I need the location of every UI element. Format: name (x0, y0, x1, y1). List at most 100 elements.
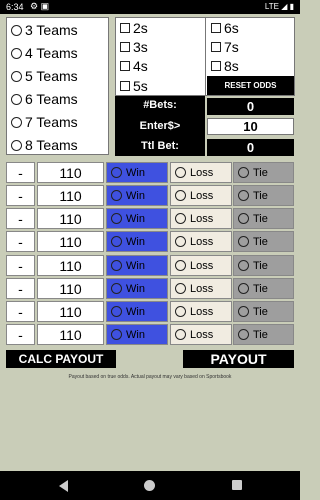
odds-input[interactable]: 110 (37, 278, 104, 299)
loss-label: Loss (190, 212, 214, 225)
win-option[interactable]: Win (106, 162, 168, 183)
radio-icon (238, 329, 249, 340)
table-row: - 110 Win Loss Tie (6, 162, 294, 183)
win-option[interactable]: Win (106, 255, 168, 276)
team-label: 7 Teams (25, 114, 78, 130)
calc-payout-button[interactable]: CALC PAYOUT (6, 350, 116, 368)
win-option[interactable]: Win (106, 231, 168, 252)
status-bar: 6:34 ⚙ ▣ LTE ◢ ▮ (0, 0, 300, 14)
loss-label: Loss (190, 235, 214, 248)
checkbox-icon (120, 23, 130, 33)
radio-icon (111, 190, 122, 201)
teaser-2s[interactable]: 2s (120, 20, 148, 36)
odds-input[interactable]: 110 (37, 231, 104, 252)
win-label: Win (126, 189, 145, 202)
radio-icon (111, 236, 122, 247)
tie-label: Tie (253, 212, 268, 225)
checkbox-icon (120, 61, 130, 71)
teaser-3s[interactable]: 3s (120, 39, 148, 55)
recents-icon[interactable] (232, 480, 242, 490)
win-option[interactable]: Win (106, 324, 168, 345)
tie-option[interactable]: Tie (233, 185, 294, 206)
minus-button[interactable]: - (6, 278, 35, 299)
tie-option[interactable]: Tie (233, 301, 294, 322)
loss-option[interactable]: Loss (170, 255, 232, 276)
odds-input[interactable]: 110 (37, 301, 104, 322)
loss-option[interactable]: Loss (170, 208, 232, 229)
minus-button[interactable]: - (6, 301, 35, 322)
teaser-4s[interactable]: 4s (120, 58, 148, 74)
total-bet-value: 0 (207, 139, 294, 156)
odds-input[interactable]: 110 (37, 208, 104, 229)
radio-icon (175, 213, 186, 224)
reset-odds-button[interactable]: RESET ODDS (207, 76, 294, 95)
radio-icon (111, 306, 122, 317)
teaser-label: 3s (133, 39, 148, 55)
minus-button[interactable]: - (6, 231, 35, 252)
odds-input[interactable]: 110 (37, 324, 104, 345)
win-label: Win (126, 259, 145, 272)
tie-option[interactable]: Tie (233, 278, 294, 299)
minus-button[interactable]: - (6, 185, 35, 206)
radio-icon (238, 190, 249, 201)
odds-input[interactable]: 110 (37, 185, 104, 206)
loss-option[interactable]: Loss (170, 278, 232, 299)
odds-input[interactable]: 110 (37, 255, 104, 276)
tie-option[interactable]: Tie (233, 162, 294, 183)
win-label: Win (126, 305, 145, 318)
tie-option[interactable]: Tie (233, 255, 294, 276)
loss-option[interactable]: Loss (170, 185, 232, 206)
loss-option[interactable]: Loss (170, 162, 232, 183)
teaser-7s[interactable]: 7s (211, 39, 239, 55)
team-option-4[interactable]: 4 Teams (11, 45, 78, 61)
team-option-7[interactable]: 7 Teams (11, 114, 78, 130)
checkbox-icon (120, 42, 130, 52)
team-label: 5 Teams (25, 68, 78, 84)
radio-icon (175, 306, 186, 317)
radio-icon (111, 213, 122, 224)
team-option-3[interactable]: 3 Teams (11, 22, 78, 38)
win-label: Win (126, 235, 145, 248)
win-option[interactable]: Win (106, 278, 168, 299)
odds-input[interactable]: 110 (37, 162, 104, 183)
minus-button[interactable]: - (6, 162, 35, 183)
loss-option[interactable]: Loss (170, 301, 232, 322)
team-label: 6 Teams (25, 91, 78, 107)
tie-option[interactable]: Tie (233, 208, 294, 229)
radio-icon (238, 283, 249, 294)
teaser-5s[interactable]: 5s (120, 78, 148, 94)
bet-amount-input[interactable]: 10 (207, 118, 294, 135)
win-option[interactable]: Win (106, 208, 168, 229)
battery-icon: LTE ◢ ▮ (264, 2, 294, 11)
tie-option[interactable]: Tie (233, 231, 294, 252)
loss-option[interactable]: Loss (170, 231, 232, 252)
minus-button[interactable]: - (6, 324, 35, 345)
payout-button[interactable]: PAYOUT (183, 350, 294, 368)
radio-icon (11, 24, 22, 36)
back-icon[interactable] (59, 480, 68, 492)
teaser-label: 4s (133, 58, 148, 74)
win-option[interactable]: Win (106, 301, 168, 322)
teaser-6s[interactable]: 6s (211, 20, 239, 36)
checkbox-icon (211, 23, 221, 33)
disclaimer-note: Payout based on true odds. Actual payout… (68, 374, 232, 380)
win-option[interactable]: Win (106, 185, 168, 206)
team-label: 3 Teams (25, 22, 78, 38)
team-option-8[interactable]: 8 Teams (11, 137, 78, 153)
minus-button[interactable]: - (6, 208, 35, 229)
table-row: - 110 Win Loss Tie (6, 231, 294, 252)
team-option-6[interactable]: 6 Teams (11, 91, 78, 107)
minus-button[interactable]: - (6, 255, 35, 276)
tie-option[interactable]: Tie (233, 324, 294, 345)
home-icon[interactable] (144, 480, 155, 491)
table-row: - 110 Win Loss Tie (6, 278, 294, 299)
tie-label: Tie (253, 259, 268, 272)
navigation-bar (0, 471, 300, 500)
bets-label: #Bets: (143, 99, 177, 111)
radio-icon (175, 283, 186, 294)
teaser-8s[interactable]: 8s (211, 58, 239, 74)
loss-option[interactable]: Loss (170, 324, 232, 345)
bets-count: 0 (207, 98, 294, 115)
team-option-5[interactable]: 5 Teams (11, 68, 78, 84)
radio-icon (238, 260, 249, 271)
